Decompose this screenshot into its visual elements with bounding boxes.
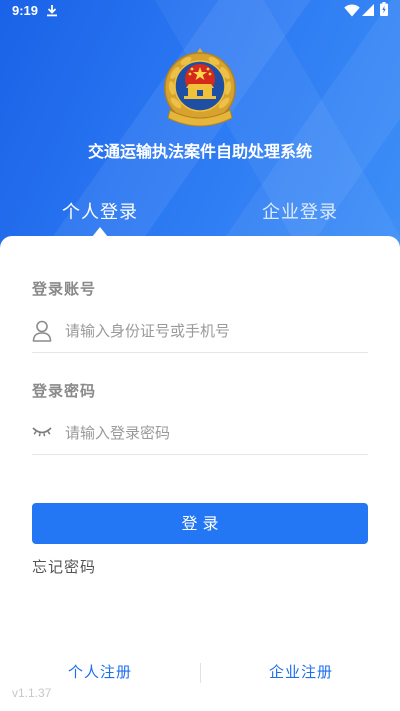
account-input[interactable] (65, 319, 365, 343)
account-label: 登录账号 (32, 280, 97, 298)
police-emblem-logo (164, 48, 236, 127)
forgot-password-link[interactable]: 忘记密码 (32, 557, 96, 577)
footer-divider (200, 663, 201, 683)
user-icon (32, 320, 52, 342)
battery-icon (380, 2, 388, 16)
password-input[interactable] (65, 421, 365, 445)
login-screen: 9:19 交通运输执法案件自助处理系统 个人登录 企业登录 登录账号 请输入身份… (0, 0, 400, 711)
emblem-shield (174, 60, 226, 112)
password-label: 登录密码 (32, 382, 97, 400)
account-underline (32, 352, 368, 353)
login-button[interactable]: 登 录 (32, 503, 368, 544)
login-card: 登录账号 登录密码 登 录 忘记密码 个人注册 企业注册 v1.1.37 (0, 236, 400, 711)
download-icon (47, 5, 57, 17)
status-bar: 9:19 (0, 0, 400, 24)
password-underline (32, 454, 368, 455)
register-enterprise-link[interactable]: 企业注册 (231, 662, 371, 682)
status-time: 9:19 (12, 3, 39, 18)
app-title: 交通运输执法案件自助处理系统 (87, 142, 312, 161)
tab-enterprise-login[interactable]: 企业登录 (230, 201, 370, 225)
signal-icon (362, 4, 374, 16)
tab-personal-login[interactable]: 个人登录 (30, 201, 170, 225)
active-tab-indicator (92, 227, 108, 237)
version-label: v1.1.37 (12, 686, 52, 700)
wifi-icon (344, 4, 360, 17)
register-personal-link[interactable]: 个人注册 (30, 662, 170, 682)
eye-closed-icon[interactable] (32, 426, 52, 438)
